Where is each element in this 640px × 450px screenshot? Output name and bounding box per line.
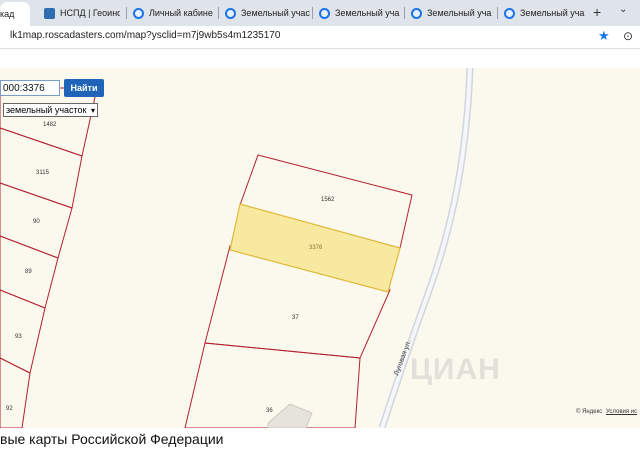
cadastral-map[interactable]: 1482 3115 90 89 93 92 1562 3376 37 36 Лу…	[0, 68, 640, 428]
left-parcels	[0, 87, 98, 428]
parcel-36[interactable]	[184, 342, 361, 428]
globe-icon	[133, 7, 144, 19]
bookmark-star-icon[interactable]: ★	[598, 28, 610, 44]
tab-zemelny-1[interactable]: Земельный учас	[225, 3, 310, 23]
tab-label: Земельный учас	[241, 8, 310, 18]
globe-icon	[225, 7, 236, 19]
find-button[interactable]: Найти	[64, 79, 104, 97]
tab-strip: кад НСПД | Геоинф Личный кабине Земельны…	[0, 0, 640, 26]
new-tab-button[interactable]: +	[593, 4, 601, 20]
tab-separator	[218, 7, 219, 19]
map-canvas[interactable]: 1482 3115 90 89 93 92 1562 3376 37 36 Лу…	[0, 68, 640, 428]
tab-lichny[interactable]: Личный кабине	[133, 3, 213, 23]
globe-icon	[411, 7, 422, 19]
globe-icon	[504, 7, 515, 19]
url-field[interactable]: lk1map.roscadasters.com/map?ysclid=m7j9w…	[10, 30, 280, 41]
tab-separator	[312, 7, 313, 19]
parcel-93[interactable]	[0, 289, 46, 374]
tab-separator	[126, 7, 127, 19]
tab-separator	[497, 7, 498, 19]
parcel-label: 36	[266, 408, 273, 414]
building	[267, 403, 313, 428]
tab-separator	[404, 7, 405, 19]
terms-link[interactable]: Условия ис	[606, 409, 637, 415]
parcel-label: 3376	[309, 245, 323, 251]
parcel-3115[interactable]	[0, 127, 83, 209]
parcel-label: 1562	[321, 197, 335, 203]
tab-label: НСПД | Геоинф	[60, 8, 120, 18]
parcel-label: 93	[15, 334, 22, 340]
parcel-label: 37	[292, 315, 299, 321]
tab-label: Земельный уча	[335, 8, 400, 18]
tab-label: Личный кабине	[149, 8, 213, 18]
page-title: вые карты Российской Федерации	[0, 431, 224, 447]
parcel-92[interactable]	[0, 357, 31, 428]
parcel-label: 92	[6, 406, 13, 412]
parcel-label: 90	[33, 219, 40, 225]
select-value: земельный участок	[6, 105, 87, 115]
parcel-label: 89	[25, 269, 32, 275]
address-bar: lk1map.roscadasters.com/map?ysclid=m7j9w…	[0, 26, 640, 49]
chevron-down-icon: ▾	[90, 106, 95, 115]
center-parcels	[184, 154, 413, 428]
object-type-select[interactable]: земельный участок ▾	[3, 103, 98, 117]
tab-zemelny-3[interactable]: Земельный уча	[411, 3, 494, 23]
globe-icon	[319, 7, 330, 19]
nspd-icon	[44, 7, 55, 19]
parcel-label: 1482	[43, 122, 57, 128]
tab-label: Земельный уча	[427, 8, 492, 18]
tab-zemelny-4[interactable]: Земельный уча	[504, 3, 588, 23]
search-input[interactable]: 000:3376	[0, 80, 60, 96]
tab-active[interactable]: кад	[0, 2, 30, 26]
parcel-label: 3115	[36, 170, 50, 176]
yandex-attribution: © Яндекс	[576, 409, 603, 415]
tab-nspd[interactable]: НСПД | Геоинф	[44, 3, 120, 23]
tab-search-button[interactable]: ⌄	[619, 4, 627, 15]
watermark: ЦИАН	[410, 353, 501, 386]
tab-label: Земельный уча	[520, 8, 585, 18]
tab-zemelny-2[interactable]: Земельный уча	[319, 3, 402, 23]
tab-label: кад	[0, 9, 15, 19]
profile-icon[interactable]: ⊙	[623, 29, 633, 43]
page-heading-bar: вые карты Российской Федерации	[0, 428, 640, 450]
